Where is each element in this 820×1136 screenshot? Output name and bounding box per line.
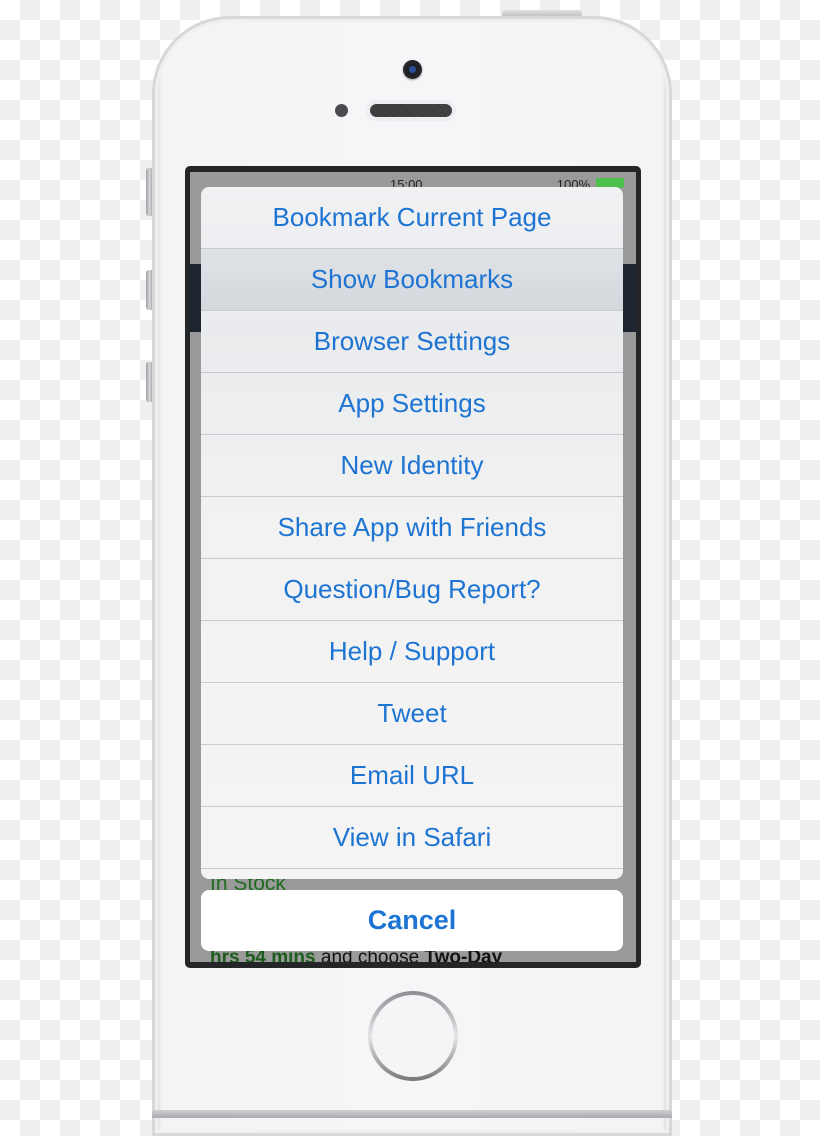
menu-item-browser-settings[interactable]: Browser Settings xyxy=(201,311,623,373)
menu-item-view-in-safari[interactable]: View in Safari xyxy=(201,807,623,869)
action-sheet: Bookmark Current Page Show Bookmarks Bro… xyxy=(201,187,623,879)
proximity-sensor-icon xyxy=(335,104,348,117)
earpiece-speaker-icon xyxy=(370,104,452,117)
home-button[interactable] xyxy=(368,991,458,1081)
menu-item-share-app[interactable]: Share App with Friends xyxy=(201,497,623,559)
menu-item-show-bookmarks[interactable]: Show Bookmarks xyxy=(201,249,623,311)
front-camera-icon xyxy=(403,60,422,79)
cancel-button[interactable]: Cancel xyxy=(201,890,623,951)
menu-item-new-identity[interactable]: New Identity xyxy=(201,435,623,497)
menu-item-email-url[interactable]: Email URL xyxy=(201,745,623,807)
screen: 15:00 100% In Stock hrs 54 mins and choo… xyxy=(190,172,636,962)
menu-item-tweet[interactable]: Tweet xyxy=(201,683,623,745)
menu-item-help-support[interactable]: Help / Support xyxy=(201,621,623,683)
menu-item-tor-bridges[interactable]: Tor Bridges xyxy=(201,869,623,879)
menu-item-app-settings[interactable]: App Settings xyxy=(201,373,623,435)
menu-item-bookmark-current-page[interactable]: Bookmark Current Page xyxy=(201,187,623,249)
menu-item-bug-report[interactable]: Question/Bug Report? xyxy=(201,559,623,621)
phone-bottom-edge xyxy=(152,1110,672,1118)
